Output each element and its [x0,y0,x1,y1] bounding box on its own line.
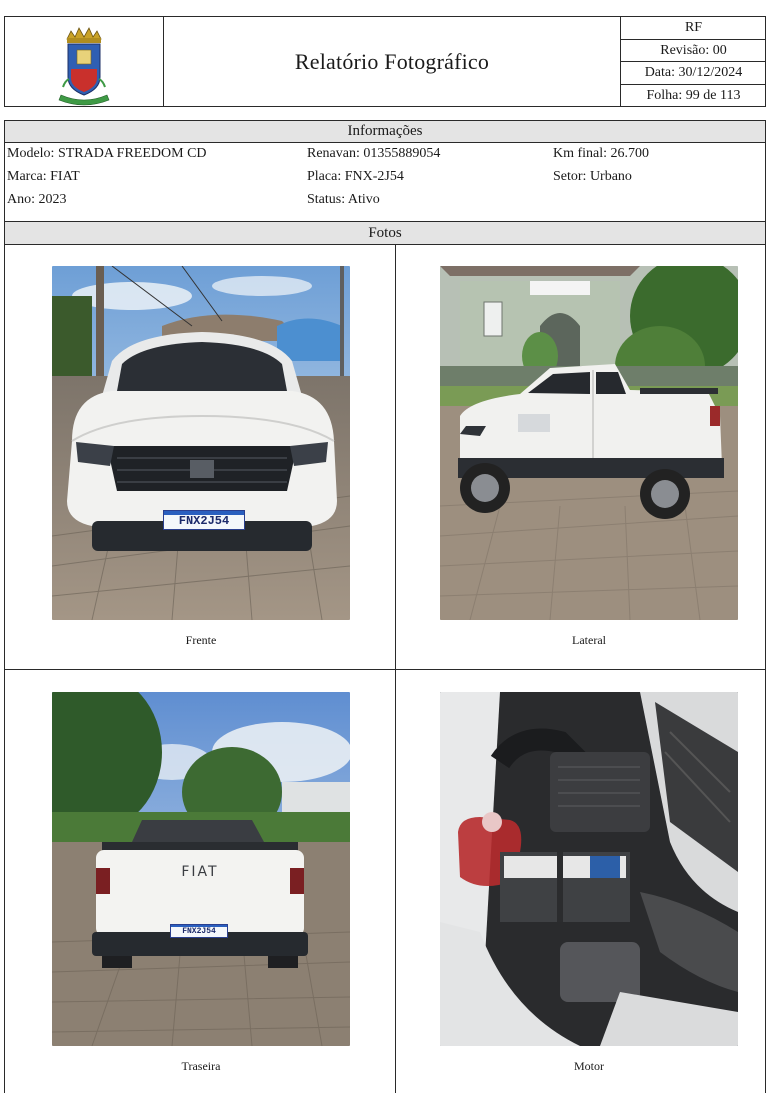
front-photo: FNX2J54 [52,266,350,620]
info-section-title: Informações [5,121,765,142]
photos-section-title: Fotos [5,222,765,244]
sheet-number-label: Folha: 99 de 113 [646,87,741,103]
document-title: Relatório Fotográfico [294,48,490,74]
brand-field: Marca: FIAT [7,169,80,184]
rear-license-plate: FNX2J54 [170,924,228,938]
info-title-divider [5,142,765,143]
status-field: Status: Ativo [307,192,380,207]
rear-brand-badge: FIAT [181,864,219,880]
rear-photo-caption: Traseira [181,1059,221,1073]
engine-photo [440,692,738,1046]
grid-row-divider [5,669,765,670]
year-field: Ano: 2023 [7,192,67,207]
plate-field: Placa: FNX-2J54 [307,169,404,184]
model-field: Modelo: STRADA FREEDOM CD [7,146,207,161]
side-photo-caption: Lateral [572,633,606,647]
front-license-plate: FNX2J54 [163,510,245,530]
municipal-coat-of-arms-logo [5,17,163,106]
side-photo [440,266,738,620]
sector-field: Setor: Urbano [553,169,632,184]
renavan-field: Renavan: 01355889054 [307,146,441,161]
rear-photo: FIAT FNX2J54 [52,692,350,1046]
engine-photo-caption: Motor [574,1059,604,1073]
revision-label: Revisão: 00 [660,42,727,58]
front-photo-caption: Frente [185,633,217,647]
document-code: RF [684,20,703,35]
km-final-field: Km final: 26.700 [553,146,650,161]
date-label: Data: 30/12/2024 [644,65,743,80]
